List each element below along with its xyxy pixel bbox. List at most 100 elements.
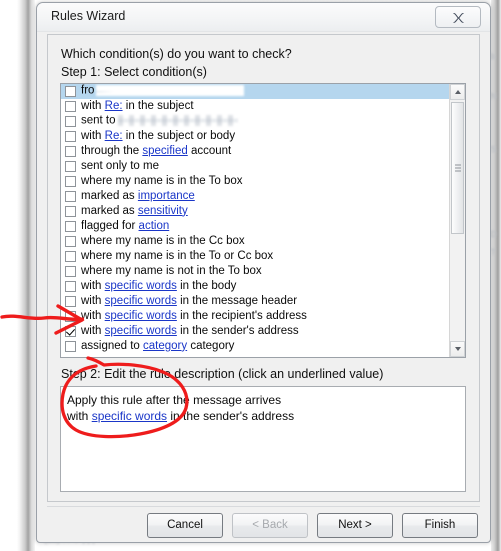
rule-description-line2: with specific words in the sender's addr…: [67, 408, 459, 424]
cancel-button[interactable]: Cancel: [147, 512, 223, 538]
background-ghost-text: T: [491, 248, 497, 257]
condition-checkbox[interactable]: [65, 146, 76, 157]
background-window-edge-right: [491, 0, 501, 551]
condition-text-pre: where my name is in the Cc box: [81, 234, 245, 247]
condition-row[interactable]: assigned to category category: [61, 339, 451, 354]
condition-text-pre: marked as: [81, 204, 138, 217]
condition-row[interactable]: sent to: [61, 114, 451, 129]
rule-description-line2-post: in the sender's address: [167, 409, 295, 423]
condition-text-pre: with: [81, 309, 105, 322]
conditions-listbox[interactable]: fro with Re: in the subject sent to with Re…: [60, 83, 466, 358]
condition-value-link[interactable]: Re:: [105, 100, 123, 112]
condition-row[interactable]: sent only to me: [61, 159, 451, 174]
condition-checkbox[interactable]: [65, 236, 76, 247]
step2-label: Step 2: Edit the rule description (click…: [61, 367, 384, 381]
scrollbar-thumb[interactable]: [451, 102, 464, 234]
condition-row[interactable]: with specific words in the body: [61, 279, 451, 294]
condition-text-pre: with: [81, 99, 105, 112]
condition-label: with specific words in the recipient's a…: [81, 309, 307, 323]
condition-checkbox[interactable]: [65, 116, 76, 127]
condition-row[interactable]: with specific words in the recipient's a…: [61, 309, 451, 324]
redacted-text-overlay: [96, 85, 245, 97]
background-ghost-text: N: [491, 92, 498, 101]
condition-text-pre: where my name is in the To or Cc box: [81, 249, 274, 262]
condition-text-pre: flagged for: [81, 219, 139, 232]
close-button[interactable]: [435, 6, 481, 28]
scrollbar-grip-icon: [455, 164, 461, 172]
condition-value-link[interactable]: importance: [138, 190, 195, 202]
condition-checkbox[interactable]: [65, 281, 76, 292]
chevron-up-icon: [454, 90, 461, 94]
condition-row[interactable]: marked as sensitivity: [61, 204, 451, 219]
condition-value-link[interactable]: action: [139, 220, 170, 232]
condition-label: with Re: in the subject or body: [81, 130, 235, 143]
condition-value-link[interactable]: category: [143, 340, 187, 352]
condition-value-link[interactable]: specific words: [105, 295, 177, 307]
condition-checkbox[interactable]: [65, 176, 76, 187]
condition-row[interactable]: flagged for action: [61, 219, 451, 234]
dialog-content-panel: Which condition(s) do you want to check?…: [47, 34, 480, 502]
condition-checkbox[interactable]: [65, 266, 76, 277]
rule-description-line1: Apply this rule after the message arrive…: [67, 393, 282, 407]
condition-row[interactable]: with Re: in the subject: [61, 99, 451, 114]
condition-label: sent to: [81, 115, 238, 127]
condition-text-pre: with: [81, 324, 105, 337]
condition-value-link[interactable]: specific words: [105, 325, 177, 337]
condition-text-pre: with: [81, 279, 105, 292]
scroll-up-button[interactable]: [450, 84, 465, 100]
condition-label: marked as sensitivity: [81, 204, 188, 218]
condition-value-link[interactable]: Re:: [105, 130, 123, 142]
condition-row[interactable]: fro: [61, 84, 451, 99]
condition-value-link[interactable]: sensitivity: [138, 205, 188, 217]
condition-checkbox[interactable]: [65, 221, 76, 232]
condition-checkbox[interactable]: [65, 161, 76, 172]
condition-value-link[interactable]: specified: [142, 145, 187, 157]
condition-value-link[interactable]: specific words: [105, 280, 177, 292]
condition-label: fro: [81, 85, 245, 97]
condition-checkbox[interactable]: [65, 131, 76, 142]
condition-row[interactable]: with specific words in the message heade…: [61, 294, 451, 309]
condition-row[interactable]: marked as importance: [61, 189, 451, 204]
conditions-list: fro with Re: in the subject sent to with Re…: [61, 84, 451, 357]
condition-checkbox[interactable]: [65, 311, 76, 322]
rule-description-box[interactable]: Apply this rule after the message arrive…: [60, 386, 466, 492]
conditions-scrollbar[interactable]: [449, 84, 465, 357]
dialog-title: Rules Wizard: [51, 9, 126, 23]
condition-label: through the specified account: [81, 144, 231, 158]
condition-text-pre: with: [81, 294, 105, 307]
condition-checkbox[interactable]: [65, 86, 76, 97]
condition-text-pre: through the: [81, 144, 143, 157]
dialog-titlebar[interactable]: Rules Wizard: [37, 3, 490, 32]
rules-wizard-dialog: Rules Wizard Which condition(s) do you w…: [36, 2, 491, 543]
checked-condition-row[interactable]: with specific words in the sender's addr…: [61, 324, 451, 339]
finish-button[interactable]: Finish: [402, 512, 478, 538]
condition-checkbox[interactable]: [65, 296, 76, 307]
condition-row[interactable]: through the specified account: [61, 144, 451, 159]
condition-text-pre: sent only to me: [81, 159, 159, 172]
condition-row[interactable]: where my name is in the To or Cc box: [61, 249, 451, 264]
condition-checkbox[interactable]: [65, 191, 76, 202]
back-button: < Back: [232, 512, 308, 538]
condition-text-post: category: [187, 339, 235, 352]
specific-words-link[interactable]: specific words: [92, 409, 167, 423]
condition-label: marked as importance: [81, 190, 195, 203]
condition-row[interactable]: where my name is in the Cc box: [61, 234, 451, 249]
condition-checkbox[interactable]: [65, 101, 76, 112]
condition-checkbox[interactable]: [65, 326, 76, 337]
prompt-text: Which condition(s) do you want to check?: [61, 47, 292, 61]
background-ghost-text: D: [491, 230, 498, 239]
scroll-down-button[interactable]: [450, 341, 465, 357]
condition-checkbox[interactable]: [65, 341, 76, 352]
condition-row[interactable]: where my name is not in the To box: [61, 264, 451, 279]
condition-label: with specific words in the body: [81, 279, 236, 293]
condition-checkbox[interactable]: [65, 206, 76, 217]
condition-row[interactable]: with Re: in the subject or body: [61, 129, 451, 144]
background-ghost-text: b: [491, 52, 496, 61]
condition-checkbox[interactable]: [65, 251, 76, 262]
condition-row[interactable]: where my name is in the To box: [61, 174, 451, 189]
condition-value-link[interactable]: specific words: [105, 310, 177, 322]
next-button[interactable]: Next >: [317, 512, 393, 538]
condition-text-post: in the sender's address: [176, 324, 299, 337]
close-x-icon: [453, 12, 463, 23]
condition-text-pre: sent to: [81, 115, 116, 128]
